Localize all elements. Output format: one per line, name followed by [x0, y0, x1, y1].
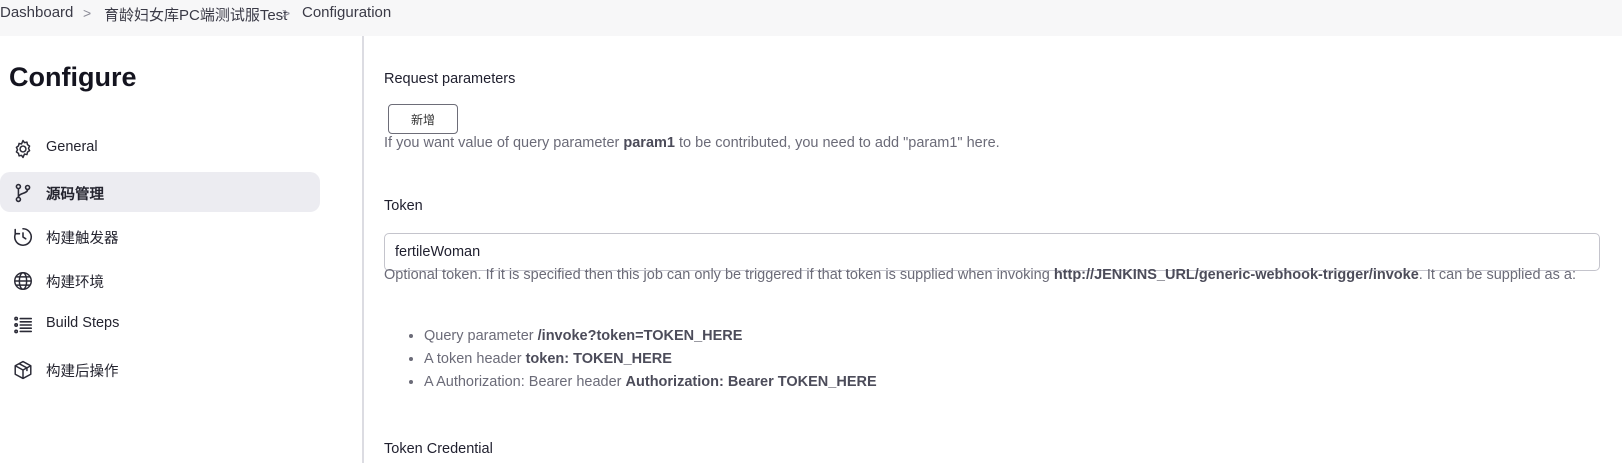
list-item: A Authorization: Bearer header Authoriza… — [424, 371, 877, 394]
list-item: A token header token: TOKEN_HERE — [424, 348, 877, 371]
help-url: http://JENKINS_URL/generic-webhook-trigg… — [1053, 267, 1419, 283]
sidebar-item-label: 源码管理 — [46, 187, 104, 203]
token-usage-list: Query parameter /invoke?token=TOKEN_HERE… — [384, 325, 877, 394]
token-help: Optional token. If it is specified then … — [384, 263, 1600, 287]
help-param-name: param1 — [623, 135, 675, 151]
breadcrumb-separator: > — [83, 5, 92, 21]
token-label: Token — [384, 198, 423, 214]
breadcrumb-job[interactable]: 育龄妇女库PC端测试服Test — [104, 4, 287, 25]
branch-icon — [12, 182, 34, 204]
list-icon — [12, 314, 34, 336]
breadcrumb-separator: > — [282, 5, 291, 21]
sidebar-item-label: 构建后操作 — [46, 364, 119, 380]
sidebar-item-build-triggers[interactable]: 构建触发器 — [0, 216, 320, 256]
sidebar-item-general[interactable]: General — [0, 128, 320, 168]
help-text: If you want value of query parameter — [384, 135, 624, 151]
sidebar-item-post-build-actions[interactable]: 构建后操作 — [0, 349, 320, 389]
globe-icon — [12, 270, 34, 292]
panel-divider — [362, 36, 364, 463]
sidebar-item-label: 构建触发器 — [46, 231, 119, 247]
help-text: to be contributed, you need to add "para… — [674, 135, 1000, 151]
clock-icon — [12, 226, 34, 248]
sidebar-item-label: General — [46, 139, 98, 155]
request-parameters-help: If you want value of query parameter par… — [384, 131, 1000, 155]
request-parameters-label: Request parameters — [384, 71, 516, 87]
breadcrumb-configuration[interactable]: Configuration — [302, 4, 391, 21]
sidebar-item-build-steps[interactable]: Build Steps — [0, 304, 320, 344]
breadcrumb: Dashboard > 育龄妇女库PC端测试服Test > Configurat… — [0, 0, 1622, 36]
token-credential-label: Token Credential — [384, 441, 493, 457]
package-icon — [12, 359, 34, 381]
sidebar-item-build-environment[interactable]: 构建环境 — [0, 260, 320, 300]
help-text: Optional token. If it is specified then … — [384, 267, 1054, 283]
sidebar-item-source-control[interactable]: 源码管理 — [0, 172, 320, 212]
breadcrumb-dashboard[interactable]: Dashboard — [0, 4, 73, 21]
list-item: Query parameter /invoke?token=TOKEN_HERE — [424, 325, 877, 348]
sidebar-item-label: Build Steps — [46, 315, 120, 331]
sidebar-title: Configure — [9, 62, 137, 92]
sidebar-item-label: 构建环境 — [46, 275, 104, 291]
gear-icon — [12, 138, 34, 160]
help-text: . It can be supplied as a: — [1418, 267, 1576, 283]
add-parameter-button[interactable]: 新增 — [388, 104, 458, 134]
